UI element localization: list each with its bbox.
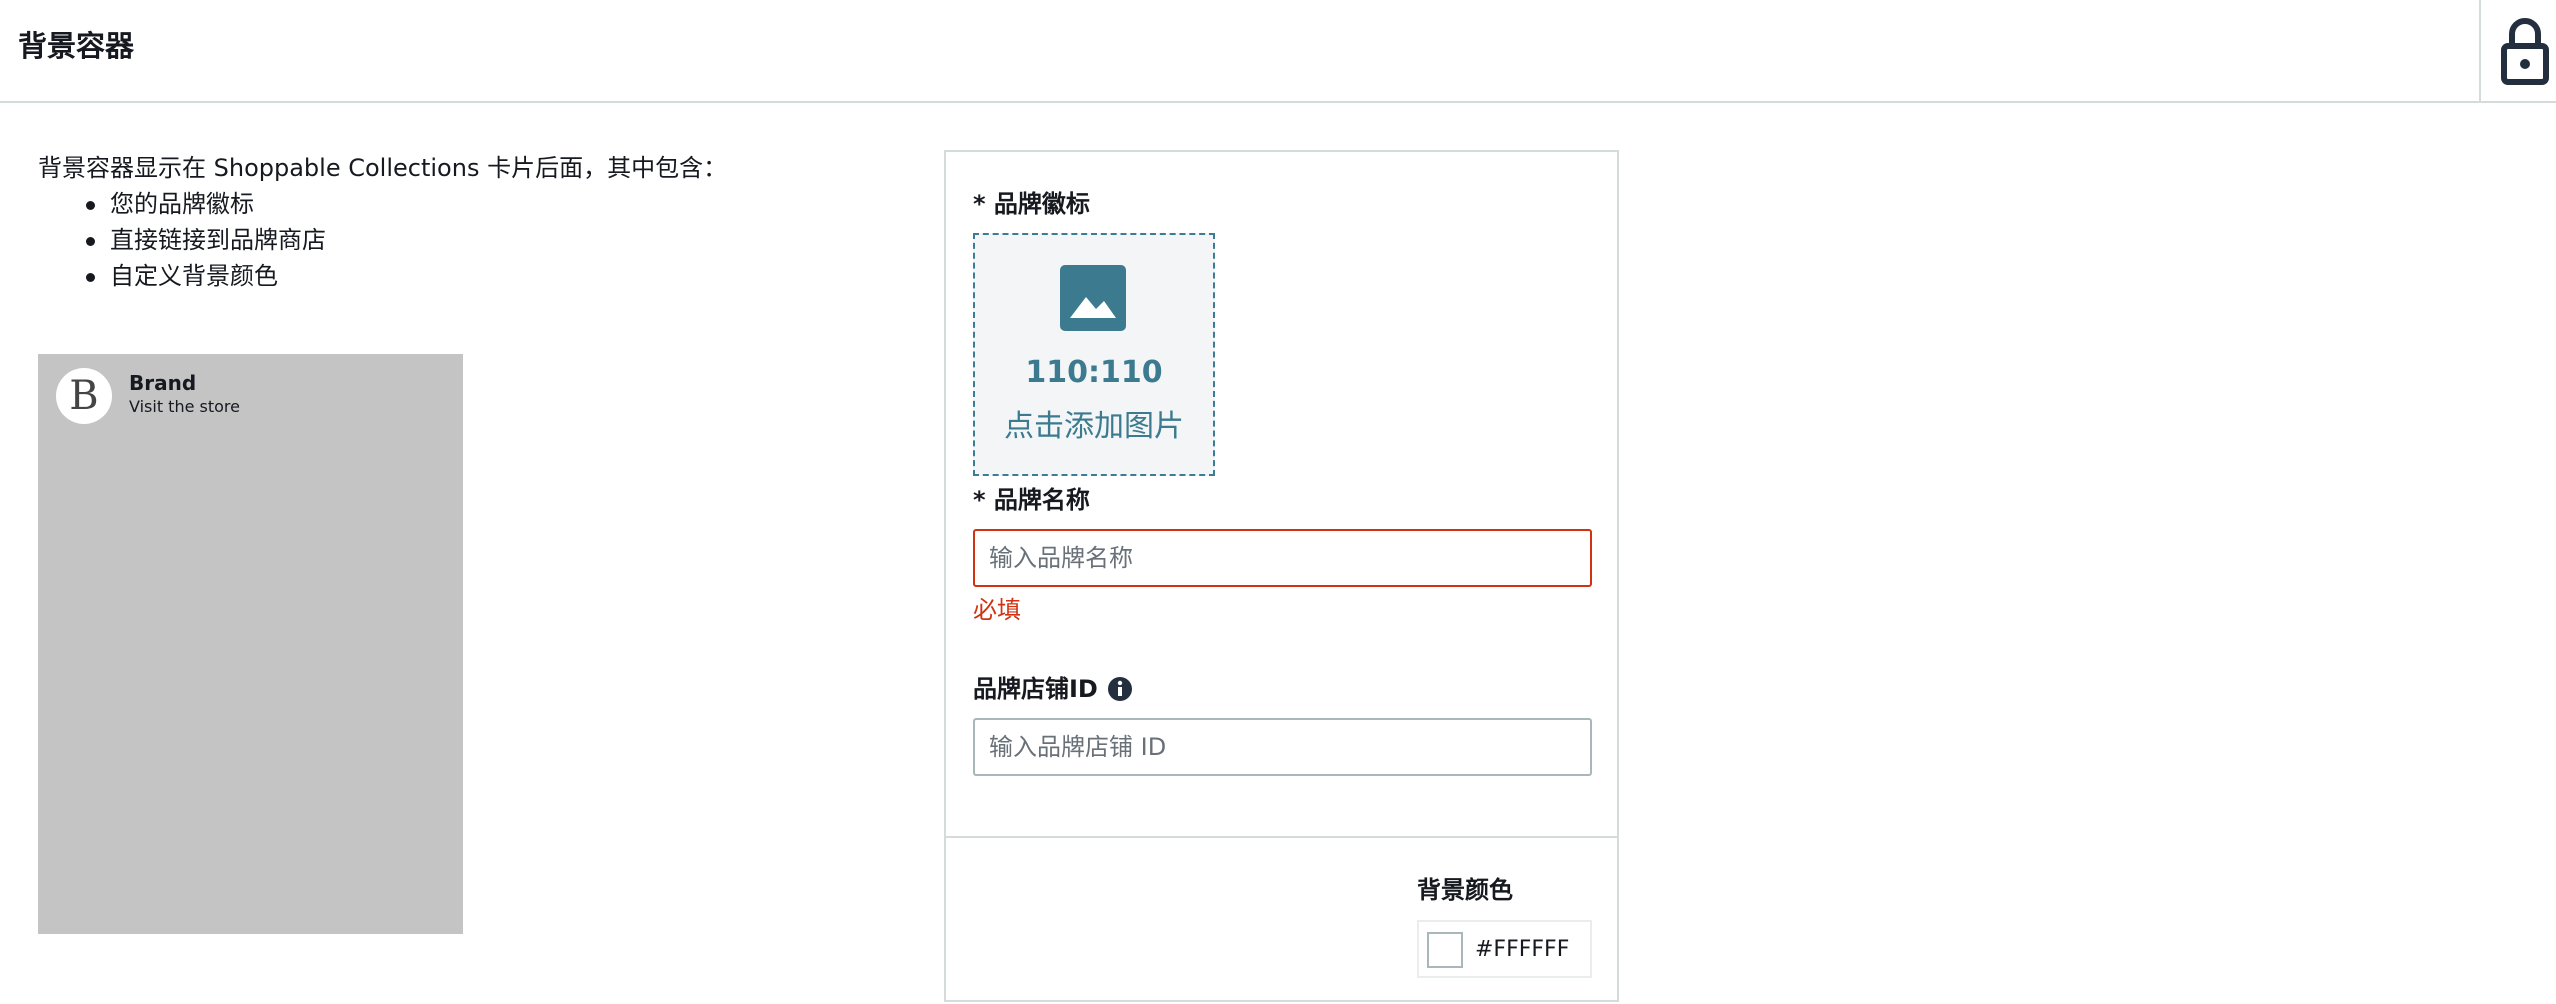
color-value: #FFFFFF — [1475, 937, 1570, 962]
brand-logo: B — [56, 368, 112, 424]
page-title: 背景容器 — [18, 29, 135, 63]
page-header: 背景容器 — [0, 0, 2556, 103]
logo-upload-label: 点击添加图片 — [1004, 409, 1184, 444]
background-preview: B Brand Visit the store — [38, 354, 463, 934]
description-intro: 背景容器显示在 Shoppable Collections 卡片后面，其中包含： — [38, 154, 728, 182]
bullet — [86, 201, 95, 210]
logo-ratio: 110:110 — [1025, 355, 1163, 390]
image-icon — [1060, 265, 1126, 331]
feature-list: 您的品牌徽标 直接链接到品牌商店 自定义背景颜色 — [86, 186, 326, 294]
bullet — [86, 273, 95, 282]
lock-icon — [2501, 18, 2549, 85]
brand-name-label: * 品牌名称 — [973, 486, 1090, 514]
section-divider — [946, 836, 1617, 838]
header-divider — [2479, 0, 2481, 101]
list-item: 自定义背景颜色 — [86, 258, 326, 294]
list-item: 直接链接到品牌商店 — [86, 222, 326, 258]
brand-name-input[interactable] — [973, 529, 1592, 587]
brand-name-error: 必填 — [973, 596, 1021, 624]
background-color-label: 背景颜色 — [1417, 876, 1513, 904]
logo-upload-button[interactable]: 110:110 点击添加图片 — [973, 233, 1215, 476]
logo-label: * 品牌徽标 — [973, 190, 1090, 218]
form-panel: * 品牌徽标 110:110 点击添加图片 * 品牌名称 必填 品牌店铺ID 背… — [944, 150, 1619, 1002]
store-id-label: 品牌店铺ID — [973, 675, 1098, 703]
brand-subtitle: Visit the store — [129, 397, 240, 416]
color-swatch — [1427, 932, 1463, 968]
lock-button[interactable] — [2495, 14, 2555, 88]
info-icon[interactable] — [1107, 676, 1133, 702]
brand-name: Brand — [129, 371, 197, 395]
store-id-input[interactable] — [973, 718, 1592, 776]
list-item: 您的品牌徽标 — [86, 186, 326, 222]
background-color-picker[interactable]: #FFFFFF — [1417, 920, 1592, 978]
bullet — [86, 237, 95, 246]
